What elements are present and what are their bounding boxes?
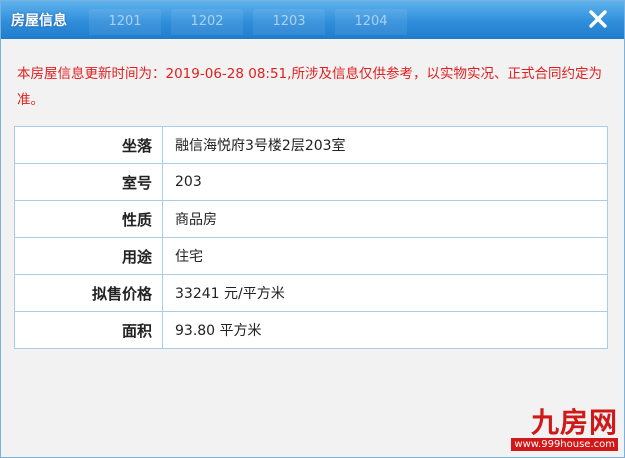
row-value-location: 融信海悦府3号楼2层203室 (162, 126, 608, 164)
row-value-usage: 住宅 (162, 237, 608, 275)
logo-text: 九房网 (530, 406, 618, 439)
row-value-nature: 商品房 (162, 200, 608, 238)
table-row: 坐落 融信海悦府3号楼2层203室 (14, 126, 608, 164)
table-row: 室号 203 (14, 163, 608, 201)
table-row: 面积 93.80 平方米 (14, 311, 608, 349)
close-button[interactable] (586, 7, 610, 31)
dialog-title: 房屋信息 (11, 13, 67, 29)
row-label-usage: 用途 (14, 237, 163, 275)
row-label-location: 坐落 (14, 126, 163, 164)
house-info-table: 坐落 融信海悦府3号楼2层203室 室号 203 性质 商品房 用途 住宅 拟售… (14, 126, 608, 349)
table-row: 用途 住宅 (14, 237, 608, 275)
table-row: 拟售价格 33241 元/平方米 (14, 274, 608, 312)
dialog-titlebar: 房屋信息 1201 1202 1203 1204 (1, 1, 624, 39)
close-icon (589, 10, 607, 28)
site-logo: 九房网 www.999house.com (511, 408, 618, 451)
row-value-room: 203 (162, 163, 608, 201)
row-label-area: 面积 (14, 311, 163, 349)
update-notice: 本房屋信息更新时间为：2019-06-28 08:51,所涉及信息仅供参考，以实… (17, 66, 602, 108)
row-label-nature: 性质 (14, 200, 163, 238)
ghost-tab-1201: 1201 (89, 9, 161, 35)
ghost-tab-1202: 1202 (171, 9, 243, 35)
row-label-room: 室号 (14, 163, 163, 201)
house-info-dialog: 房屋信息 1201 1202 1203 1204 本房屋信息更新时间为：2019… (0, 0, 625, 458)
row-value-price: 33241 元/平方米 (162, 274, 608, 312)
row-value-area: 93.80 平方米 (162, 311, 608, 349)
ghost-tab-1204: 1204 (335, 9, 407, 35)
ghost-tab-1203: 1203 (253, 9, 325, 35)
table-row: 性质 商品房 (14, 200, 608, 238)
logo-url: www.999house.com (511, 438, 618, 451)
row-label-price: 拟售价格 (14, 274, 163, 312)
